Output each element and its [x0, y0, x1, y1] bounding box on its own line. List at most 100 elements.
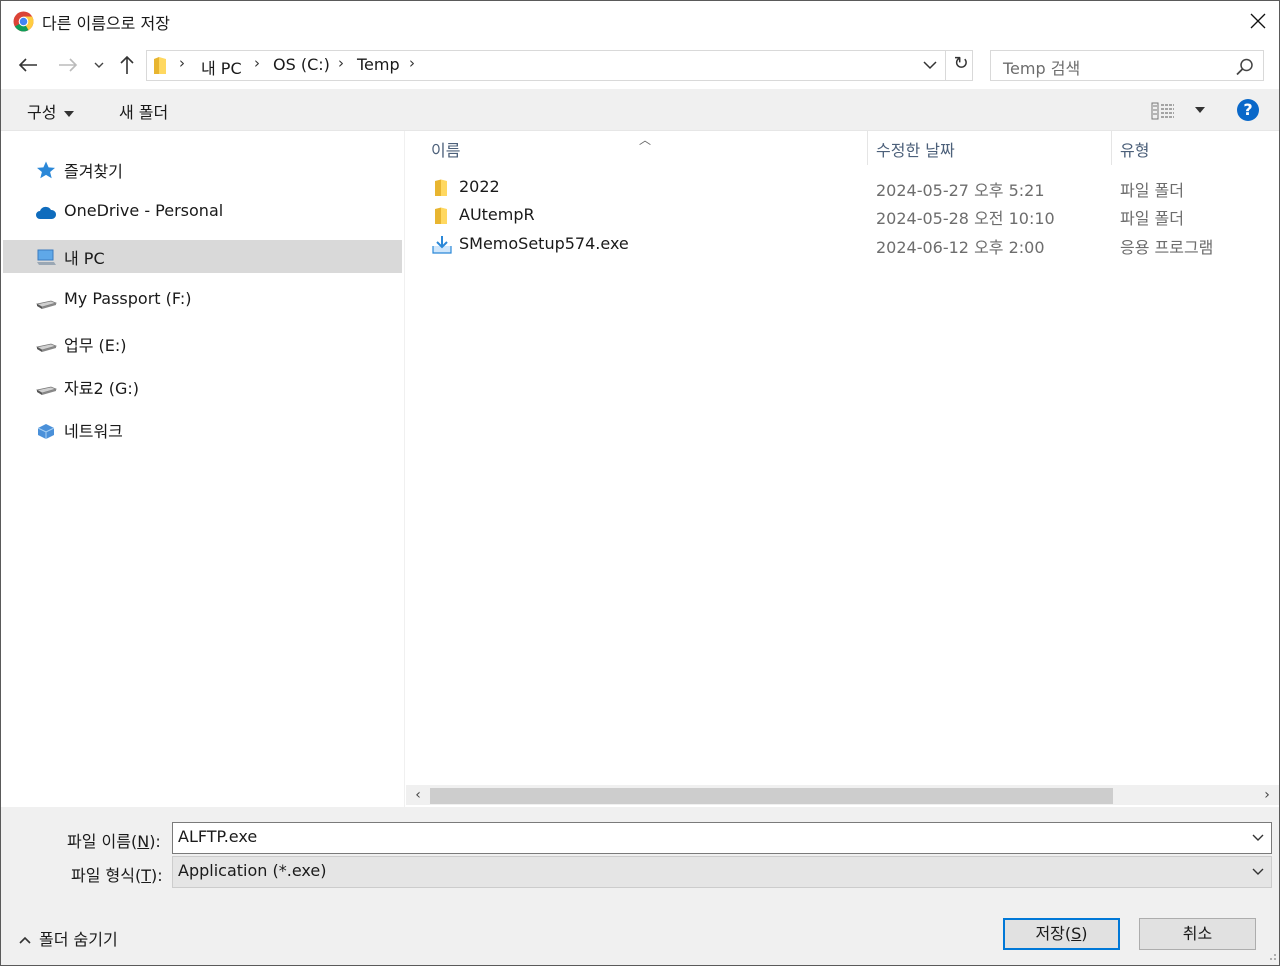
sidebar-item-label: 즐겨찾기 [64, 162, 123, 181]
chevron-down-icon [94, 62, 104, 68]
help-icon[interactable]: ? [1237, 99, 1259, 121]
drive-icon [35, 343, 57, 352]
scroll-right-button[interactable]: › [1255, 785, 1279, 805]
organize-button[interactable]: 구성 [27, 99, 75, 123]
resize-grip-icon[interactable] [1263, 953, 1277, 963]
address-dropdown-button[interactable] [922, 57, 942, 75]
save-accesskey: S [1071, 924, 1082, 943]
breadcrumb-chevron-icon: › [254, 54, 260, 72]
title-bar: 다른 이름으로 저장 [1, 1, 1279, 41]
save-button[interactable]: 저장(S) [1003, 918, 1120, 950]
address-bar[interactable]: › 내 PC › OS (C:) › Temp › ↻ [146, 50, 973, 81]
close-button[interactable] [1236, 1, 1280, 41]
sidebar-item-onedrive[interactable]: OneDrive - Personal [3, 196, 402, 229]
scroll-left-button[interactable]: ‹ [406, 785, 430, 805]
refresh-icon: ↻ [953, 53, 969, 74]
filename-value: ALFTP.exe [178, 827, 258, 846]
sidebar-item-label: 자료2 (G:) [64, 379, 139, 398]
horizontal-scrollbar[interactable]: ‹ › [406, 785, 1279, 805]
filetype-label: 파일 형식(T): [71, 866, 163, 885]
file-type: 응용 프로그램 [1120, 238, 1214, 257]
sidebar-item-my-pc[interactable]: 내 PC [3, 240, 402, 273]
sidebar-item-label: OneDrive - Personal [64, 201, 224, 220]
file-date: 2024-05-28 오전 10:10 [876, 209, 1055, 228]
hide-folders-button[interactable]: 폴더 숨기기 [19, 926, 118, 950]
forward-button[interactable] [56, 53, 80, 77]
file-name: 2022 [459, 177, 500, 196]
chevron-down-icon [923, 61, 937, 70]
file-list: ︿ 이름 수정한 날짜 유형 2022 2024-05-27 오후 5:21 파… [406, 131, 1279, 807]
file-date: 2024-05-27 오후 5:21 [876, 181, 1045, 200]
save-options-panel: 파일 이름(N): ALFTP.exe 파일 형식(T): Applicatio… [1, 807, 1279, 965]
sidebar-item-data2-drive[interactable]: 자료2 (G:) [3, 370, 402, 403]
file-row[interactable]: AUtempR 2024-05-28 오전 10:10 파일 폴더 [426, 202, 1276, 230]
sidebar-item-label: My Passport (F:) [64, 289, 192, 308]
filename-label: 파일 이름(N): [67, 832, 161, 851]
computer-icon [37, 249, 56, 265]
recent-locations-button[interactable] [89, 53, 109, 77]
scrollbar-thumb[interactable] [430, 788, 1113, 804]
arrow-left-icon [18, 58, 37, 72]
breadcrumb-chevron-icon: › [179, 54, 185, 72]
sidebar-item-work-drive[interactable]: 업무 (E:) [3, 327, 402, 360]
navigation-bar: › 내 PC › OS (C:) › Temp › ↻ Temp 검색 [1, 41, 1279, 89]
sidebar-item-label: 업무 (E:) [64, 336, 127, 355]
arrow-up-icon [120, 55, 134, 74]
new-folder-button[interactable]: 새 폴더 [119, 99, 168, 123]
column-header-type[interactable]: 유형 [1120, 137, 1149, 161]
installer-icon [432, 236, 452, 254]
drive-icon [35, 386, 57, 395]
refresh-button[interactable]: ↻ [950, 53, 972, 77]
filename-label-text: 파일 이름 [67, 832, 131, 851]
breadcrumb-temp[interactable]: Temp [357, 55, 400, 74]
file-row[interactable]: SMemoSetup574.exe 2024-06-12 오후 2:00 응용 … [426, 231, 1276, 259]
chevron-up-icon [19, 936, 31, 944]
view-options-icon[interactable] [1151, 101, 1175, 121]
column-header-name[interactable]: 이름 [431, 137, 460, 161]
search-placeholder: Temp 검색 [1003, 59, 1081, 78]
filename-accesskey: N [137, 832, 150, 851]
star-icon [37, 161, 55, 179]
sidebar-item-label: 네트워크 [64, 422, 123, 441]
sidebar-item-favorites[interactable]: 즐겨찾기 [3, 153, 402, 186]
breadcrumb-chevron-icon: › [409, 54, 415, 72]
save-label: 저장 [1035, 924, 1065, 943]
arrow-right-icon [59, 58, 78, 72]
filetype-accesskey: T [141, 866, 151, 885]
file-row[interactable]: 2022 2024-05-27 오후 5:21 파일 폴더 [426, 174, 1276, 202]
sort-ascending-icon: ︿ [639, 133, 652, 147]
dialog-title: 다른 이름으로 저장 [42, 14, 170, 33]
chevron-down-icon[interactable] [1251, 832, 1265, 844]
drive-icon [35, 300, 57, 309]
breadcrumb-my-pc[interactable]: 내 PC [201, 55, 242, 79]
folder-icon [435, 207, 447, 224]
breadcrumb-chevron-icon: › [338, 54, 344, 72]
save-as-dialog: 다른 이름으로 저장 › 내 PC › OS (C:) › Temp › ↻ T… [0, 0, 1280, 966]
back-button[interactable] [16, 53, 40, 77]
column-divider[interactable] [1111, 131, 1112, 165]
search-icon [1236, 58, 1253, 76]
search-input[interactable]: Temp 검색 [990, 50, 1264, 81]
chrome-icon [13, 11, 34, 32]
breadcrumb-os-c[interactable]: OS (C:) [273, 55, 330, 74]
filename-field[interactable]: ALFTP.exe [172, 822, 1272, 854]
hide-folders-label: 폴더 숨기기 [39, 930, 118, 949]
file-type: 파일 폴더 [1120, 209, 1184, 228]
navigation-pane: 즐겨찾기 OneDrive - Personal 내 PC My Passpor… [1, 131, 405, 807]
column-divider[interactable] [867, 131, 868, 165]
caret-down-icon [64, 110, 75, 117]
file-type: 파일 폴더 [1120, 181, 1184, 200]
close-icon [1250, 13, 1266, 29]
sidebar-item-my-passport[interactable]: My Passport (F:) [3, 284, 402, 317]
chevron-right-icon: › [1264, 787, 1270, 803]
chevron-left-icon: ‹ [415, 787, 421, 803]
column-header-date[interactable]: 수정한 날짜 [876, 137, 955, 161]
cloud-icon [36, 206, 57, 219]
filetype-label-text: 파일 형식 [71, 866, 135, 885]
filetype-select[interactable]: Application (*.exe) [172, 856, 1272, 888]
cancel-button[interactable]: 취소 [1139, 918, 1256, 950]
up-button[interactable] [115, 53, 139, 77]
view-dropdown-icon[interactable] [1195, 107, 1205, 113]
file-name: SMemoSetup574.exe [459, 234, 629, 253]
sidebar-item-network[interactable]: 네트워크 [3, 413, 402, 446]
